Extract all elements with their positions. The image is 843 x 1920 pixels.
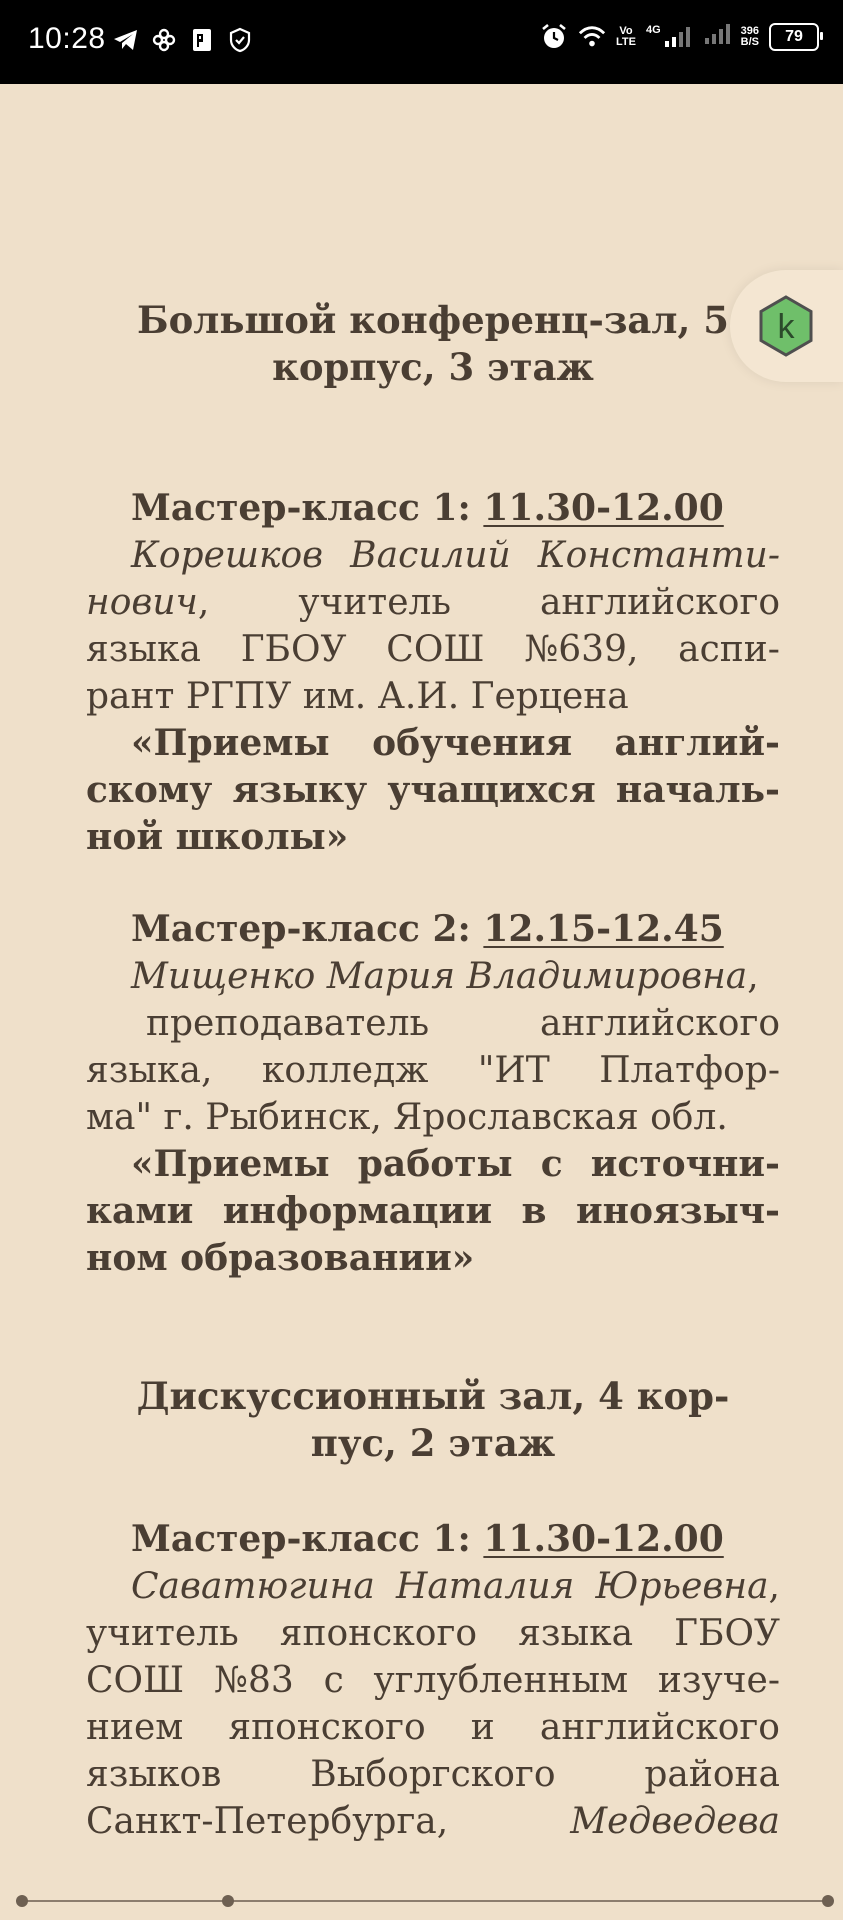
text-line: языка, колледж "ИТ Платфор- [86, 1050, 780, 1091]
battery-indicator: 79 [769, 22, 823, 51]
masterclass-block: Мастер-класс 1: 11.30-12.00 Корешков Вас… [86, 485, 780, 861]
text-line: ма" г. Рыбинск, Ярославская обл. [86, 1097, 728, 1138]
scrollbar-end-dot [822, 1895, 834, 1907]
text-line: Корешков Василий Константи- [131, 535, 780, 576]
status-bar: 10:28 Vo LTE 4G 396 B/S 79 [0, 0, 843, 84]
telegram-icon [112, 26, 140, 54]
masterclass-title: Мастер-класс 1: 11.30-12.00 [131, 1518, 724, 1560]
masterclass-time: 12.15-12.45 [483, 908, 724, 950]
pinwheel-icon [150, 26, 178, 54]
text-line: СОШ №83 с углубленным изуче- [86, 1660, 780, 1701]
system-indicators: Vo LTE 4G 396 B/S 79 [540, 22, 823, 51]
masterclass-title: Мастер-класс 2: 12.15-12.45 [131, 908, 724, 950]
network-speed: 396 B/S [740, 24, 759, 48]
section-heading: Большой конференц-зал, 5 корпус, 3 этаж [136, 298, 730, 389]
notification-icons [112, 26, 254, 54]
text-line: преподаватель английского [146, 1003, 780, 1044]
text-line: нович, учитель английского [86, 582, 780, 623]
masterclass-time: 11.30-12.00 [483, 1518, 724, 1560]
page-scrollbar[interactable] [16, 1894, 834, 1908]
wifi-icon [578, 23, 606, 51]
pdf-icon [188, 26, 216, 54]
signal-icon [703, 22, 731, 51]
section-heading: Дискуссионный зал, 4 кор- пус, 2 этаж [136, 1374, 730, 1465]
topic-line: ной школы» [86, 816, 349, 858]
signal-4g: 4G [646, 24, 693, 49]
shield-check-icon [226, 26, 254, 54]
text-line: Мищенко Мария Владимировна, [131, 956, 759, 997]
scrollbar-start-dot [16, 1895, 28, 1907]
volte-indicator: Vo LTE [615, 24, 636, 48]
masterclass-time: 11.30-12.00 [483, 487, 724, 529]
svg-text:k: k [778, 308, 796, 346]
text-line: Санкт-Петербурга, Медведева [86, 1801, 780, 1842]
topic-line: ками информации в иноязыч- [86, 1190, 780, 1232]
topic-line: скому языку учащихся началь- [86, 769, 780, 811]
topic-line: ном образовании» [86, 1237, 475, 1279]
text-line: Саватюгина Наталия Юрьевна, [131, 1566, 780, 1607]
scrollbar-track [22, 1900, 828, 1902]
topic-line: «Приемы работы с источни- [131, 1143, 780, 1185]
masterclass-block: Мастер-класс 2: 12.15-12.45 Мищенко Мари… [86, 906, 780, 1282]
text-line: языка ГБОУ СОШ №639, аспи- [86, 629, 780, 670]
masterclass-block: Мастер-класс 1: 11.30-12.00 Саватюгина Н… [86, 1516, 780, 1845]
scrollbar-thumb[interactable] [222, 1895, 234, 1907]
text-line: нием японского и английского [86, 1707, 780, 1748]
topic-line: «Приемы обучения англий- [131, 722, 780, 764]
alarm-icon [540, 23, 568, 51]
text-line: рант РГПУ им. А.И. Герцена [86, 676, 629, 717]
status-time: 10:28 [28, 22, 106, 55]
masterclass-title: Мастер-класс 1: 11.30-12.00 [131, 487, 724, 529]
text-line: учитель японского языка ГБОУ [86, 1613, 780, 1654]
text-line: языков Выборгского района [86, 1754, 780, 1795]
